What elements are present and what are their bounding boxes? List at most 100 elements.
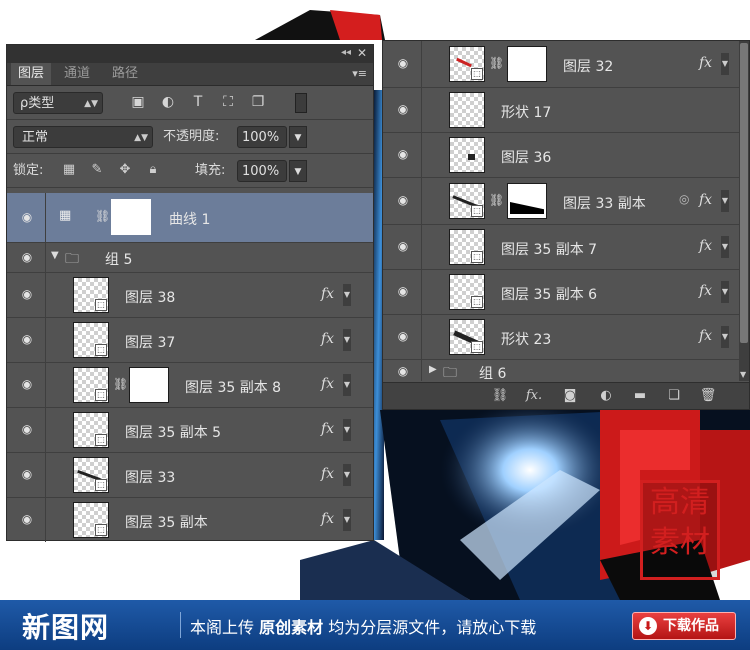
expand-effects-icon[interactable]: ▼: [343, 419, 351, 441]
eye-icon[interactable]: ◉: [17, 467, 37, 481]
filter-type-select[interactable]: ρ类型 ▲▼: [13, 92, 103, 114]
layer-row[interactable]: ◉ ⬚ 图层 37 fx ▼: [7, 318, 373, 363]
expand-effects-icon[interactable]: ▼: [343, 374, 351, 396]
layer-row[interactable]: ◉ ⬚ ⛓ 图层 35 副本 8 fx ▼: [7, 363, 373, 408]
tab-paths[interactable]: 路径: [105, 63, 145, 85]
layer-row[interactable]: ◉ ⬚ 形状 23 fx ▼: [383, 315, 741, 360]
layer-row[interactable]: ◉ ⬚ 图层 35 副本 6 fx ▼: [383, 270, 741, 315]
layer-mask-thumbnail[interactable]: [507, 183, 547, 219]
layer-row[interactable]: ◉ ⬚ ⛓ 图层 32 fx ▼: [383, 41, 741, 88]
pixel-filter-icon[interactable]: ▣: [129, 93, 147, 111]
expand-effects-icon[interactable]: ▼: [721, 326, 729, 348]
eye-icon[interactable]: ◉: [17, 210, 37, 224]
fx-icon[interactable]: fx: [321, 376, 334, 392]
lock-transparent-icon[interactable]: ▦: [61, 162, 77, 178]
layer-row[interactable]: ◉ ⬚ 图层 33 fx ▼: [7, 453, 373, 498]
scroll-down-icon[interactable]: ▼: [740, 370, 746, 379]
layer-mask-thumbnail[interactable]: [111, 199, 151, 235]
layer-row[interactable]: ◉ ⬚ ⛓ 图层 33 副本 ◎ fx ▼: [383, 178, 741, 225]
layer-mask-thumbnail[interactable]: [507, 46, 547, 82]
adjustment-filter-icon[interactable]: ◐: [159, 93, 177, 111]
mask-icon[interactable]: ◙: [559, 387, 581, 405]
expand-effects-icon[interactable]: ▼: [343, 464, 351, 486]
link-icon[interactable]: ⛓: [489, 56, 504, 70]
type-filter-icon[interactable]: T: [189, 93, 207, 111]
folder-icon[interactable]: ▬: [629, 387, 651, 405]
eye-icon[interactable]: ◉: [393, 56, 413, 70]
eye-icon[interactable]: ◉: [17, 512, 37, 526]
layer-row[interactable]: ◉ 图层 36: [383, 133, 741, 178]
link-icon[interactable]: ⛓: [95, 209, 110, 223]
expand-effects-icon[interactable]: ▼: [721, 281, 729, 303]
layer-row[interactable]: ◉ 形状 17: [383, 88, 741, 133]
expand-effects-icon[interactable]: ▼: [721, 190, 729, 212]
fx-icon[interactable]: fx: [699, 238, 712, 254]
fx-icon[interactable]: fx: [321, 286, 334, 302]
layer-row[interactable]: ◉ ⬚ 图层 35 副本 7 fx ▼: [383, 225, 741, 270]
smart-object-filter-icon[interactable]: ❐: [249, 93, 267, 111]
layer-row[interactable]: ◉ ▦ ⛓ 曲线 1: [7, 193, 373, 243]
opacity-dropdown-button[interactable]: ▼: [289, 126, 307, 148]
link-icon[interactable]: ⛓: [489, 193, 504, 207]
lock-brush-icon[interactable]: ✎: [89, 162, 105, 178]
shape-filter-icon[interactable]: ⛶: [219, 93, 237, 111]
eye-icon[interactable]: ◉: [17, 332, 37, 346]
eye-icon[interactable]: ◉: [17, 377, 37, 391]
expand-triangle-icon[interactable]: ▼: [51, 250, 59, 261]
panel-titlebar[interactable]: ◂◂ ✕: [7, 45, 373, 63]
expand-effects-icon[interactable]: ▼: [343, 509, 351, 531]
close-icon[interactable]: ✕: [357, 46, 367, 60]
eye-icon[interactable]: ◉: [17, 287, 37, 301]
fx-icon[interactable]: fx: [699, 192, 712, 208]
layer-mask-thumbnail[interactable]: [129, 367, 169, 403]
blend-mode-select[interactable]: 正常 ▲▼: [13, 126, 153, 148]
expand-effects-icon[interactable]: ▼: [721, 53, 729, 75]
tab-channels[interactable]: 通道: [57, 63, 97, 85]
scrollbar-thumb[interactable]: [740, 43, 748, 343]
collapse-triangle-icon[interactable]: ▶: [429, 364, 437, 375]
expand-effects-icon[interactable]: ▼: [343, 284, 351, 306]
lock-all-icon[interactable]: 🔒︎: [145, 162, 161, 178]
eye-icon[interactable]: ◉: [393, 364, 413, 378]
link-icon[interactable]: ⛓: [489, 387, 511, 405]
eye-icon[interactable]: ◉: [393, 284, 413, 298]
filter-toggle[interactable]: [295, 93, 307, 113]
eye-icon[interactable]: ◉: [17, 250, 37, 264]
eye-icon[interactable]: ◉: [393, 239, 413, 253]
layer-row[interactable]: ◉ ⬚ 图层 38 fx ▼: [7, 273, 373, 318]
group-row[interactable]: ◉ ▼ 🗀 组 5: [7, 243, 373, 273]
eye-icon[interactable]: ◉: [393, 147, 413, 161]
fx-icon[interactable]: fx: [699, 283, 712, 299]
scrollbar[interactable]: ▼: [739, 41, 749, 381]
group-row[interactable]: ◉ ▶ 🗀 组 6: [383, 360, 741, 381]
banner-message: 本阁上传 原创素材 均为分层源文件，请放心下载: [190, 618, 537, 637]
fill-dropdown-button[interactable]: ▼: [289, 160, 307, 182]
download-button[interactable]: ⬇ 下载作品: [632, 612, 736, 640]
trash-icon[interactable]: 🗑︎: [697, 387, 719, 405]
eye-icon[interactable]: ◉: [393, 193, 413, 207]
expand-effects-icon[interactable]: ▼: [721, 236, 729, 258]
eye-icon[interactable]: ◉: [17, 422, 37, 436]
panel-menu-icon[interactable]: ▾≡: [352, 67, 367, 80]
fx-icon[interactable]: fx: [321, 466, 334, 482]
fx-icon[interactable]: fx: [699, 55, 712, 71]
new-layer-icon[interactable]: ❏: [663, 387, 685, 405]
link-icon[interactable]: ⛓: [113, 377, 128, 391]
fx-icon[interactable]: fx: [321, 421, 334, 437]
layer-row[interactable]: ◉ ⬚ 图层 35 副本 5 fx ▼: [7, 408, 373, 453]
opacity-input[interactable]: 100%: [237, 126, 287, 148]
expand-effects-icon[interactable]: ▼: [343, 329, 351, 351]
fx-icon[interactable]: fx: [321, 331, 334, 347]
layer-row[interactable]: ◉ ⬚ 图层 35 副本 fx ▼: [7, 498, 373, 542]
eye-icon[interactable]: ◉: [393, 102, 413, 116]
adjustment-icon[interactable]: ◐: [595, 387, 617, 405]
fx-icon[interactable]: fx: [699, 328, 712, 344]
eye-icon[interactable]: ◉: [393, 329, 413, 343]
site-logo[interactable]: 新图网: [22, 606, 109, 646]
lock-move-icon[interactable]: ✥: [117, 162, 133, 178]
fill-input[interactable]: 100%: [237, 160, 287, 182]
fx-icon[interactable]: fx: [321, 511, 334, 527]
fx-icon[interactable]: fx.: [523, 387, 545, 405]
collapse-icon[interactable]: ◂◂: [341, 47, 351, 58]
tab-layers[interactable]: 图层: [11, 63, 52, 85]
